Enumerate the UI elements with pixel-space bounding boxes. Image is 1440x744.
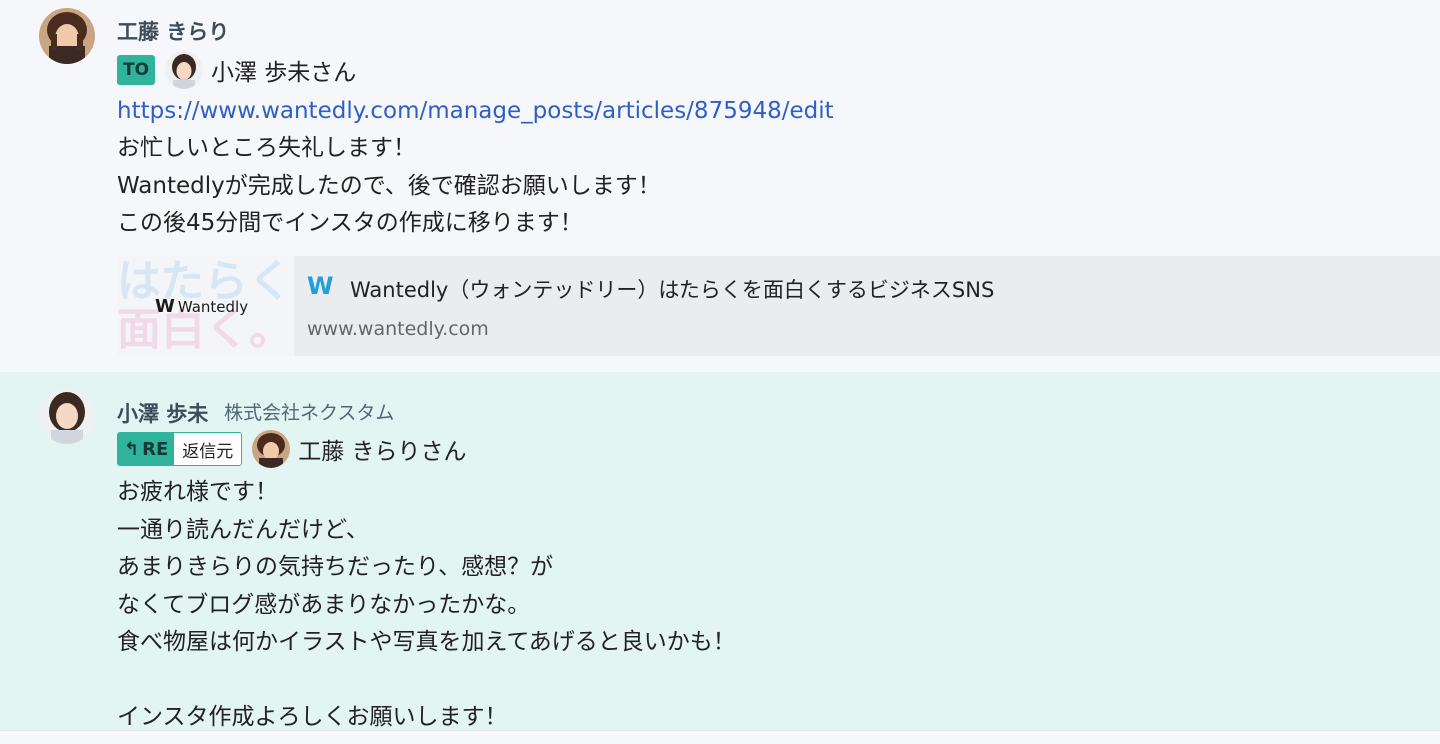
avatar-kudo[interactable] bbox=[39, 8, 95, 64]
message-body: お疲れ様です！ 一通り読んだんだけど、 あまりきらりの気持ちだったり、感想？が … bbox=[117, 474, 736, 737]
message-line: この後45分間でインスタの作成に移ります！ bbox=[117, 210, 583, 236]
wantedly-w-icon: W bbox=[155, 296, 175, 317]
reply-arrow-icon: ↰ bbox=[124, 438, 140, 460]
to-mention: TO 小澤 歩未さん bbox=[117, 51, 357, 89]
message-line: 一通り読んだんだけど、 bbox=[117, 516, 369, 543]
wantedly-favicon-icon: W bbox=[307, 272, 334, 300]
message-line: Wantedlyが完成したので、後で確認お願いします！ bbox=[117, 172, 661, 199]
message-body: お忙しいところ失礼します！ Wantedlyが完成したので、後で確認お願いします… bbox=[117, 130, 661, 243]
to-badge: TO bbox=[117, 55, 155, 85]
sender-name[interactable]: 工藤 きらり bbox=[117, 16, 229, 46]
chat-message-ozawa: 小澤 歩未 株式会社ネクスタム ↰ RE 返信元 工藤 きらりさん お疲れ様です！… bbox=[0, 372, 1440, 730]
message-line: お忙しいところ失礼します！ bbox=[117, 135, 416, 161]
message-line: なくてブログ感があまりなかったかな。 bbox=[117, 591, 531, 618]
preview-url: www.wantedly.com bbox=[307, 318, 489, 340]
reply-source-label: 返信元 bbox=[174, 433, 242, 465]
avatar-ozawa-mini[interactable] bbox=[165, 51, 203, 89]
message-line bbox=[117, 662, 736, 700]
wantedly-logo: W Wantedly bbox=[155, 296, 249, 317]
sender-name[interactable]: 小澤 歩未 bbox=[117, 398, 208, 428]
next-message-edge bbox=[0, 730, 1440, 744]
reply-to-name: 工藤 きらりさん bbox=[298, 439, 467, 465]
preview-thumbnail[interactable]: はたらくを 面白く。 WWantedly bbox=[117, 256, 294, 356]
to-recipient-name: 小澤 歩未さん bbox=[211, 60, 357, 86]
reply-source-button[interactable]: ↰ RE 返信元 bbox=[117, 432, 243, 466]
avatar-ozawa[interactable] bbox=[39, 388, 95, 444]
message-line: 食べ物屋は何かイラストや写真を加えてあげると良いかも！ bbox=[117, 629, 736, 655]
link-preview-card[interactable]: はたらくを 面白く。 WWantedly W Wantedly（ウォンテッドリー… bbox=[117, 256, 1440, 356]
re-badge: ↰ RE bbox=[118, 433, 175, 465]
sender-organization: 株式会社ネクスタム bbox=[224, 402, 395, 424]
preview-title[interactable]: Wantedly（ウォンテッドリー）はたらくを面白くするビジネスSNS bbox=[350, 274, 994, 304]
message-link[interactable]: https://www.wantedly.com/manage_posts/ar… bbox=[117, 98, 834, 124]
reply-mention: ↰ RE 返信元 工藤 きらりさん bbox=[117, 430, 467, 468]
message-line: あまりきらりの気持ちだったり、感想？が bbox=[117, 554, 554, 580]
message-line: お疲れ様です！ bbox=[117, 479, 278, 505]
avatar-kudo-mini[interactable] bbox=[252, 430, 291, 468]
chat-message-kudo: 工藤 きらり TO 小澤 歩未さん https://www.wantedly.c… bbox=[0, 0, 1440, 370]
